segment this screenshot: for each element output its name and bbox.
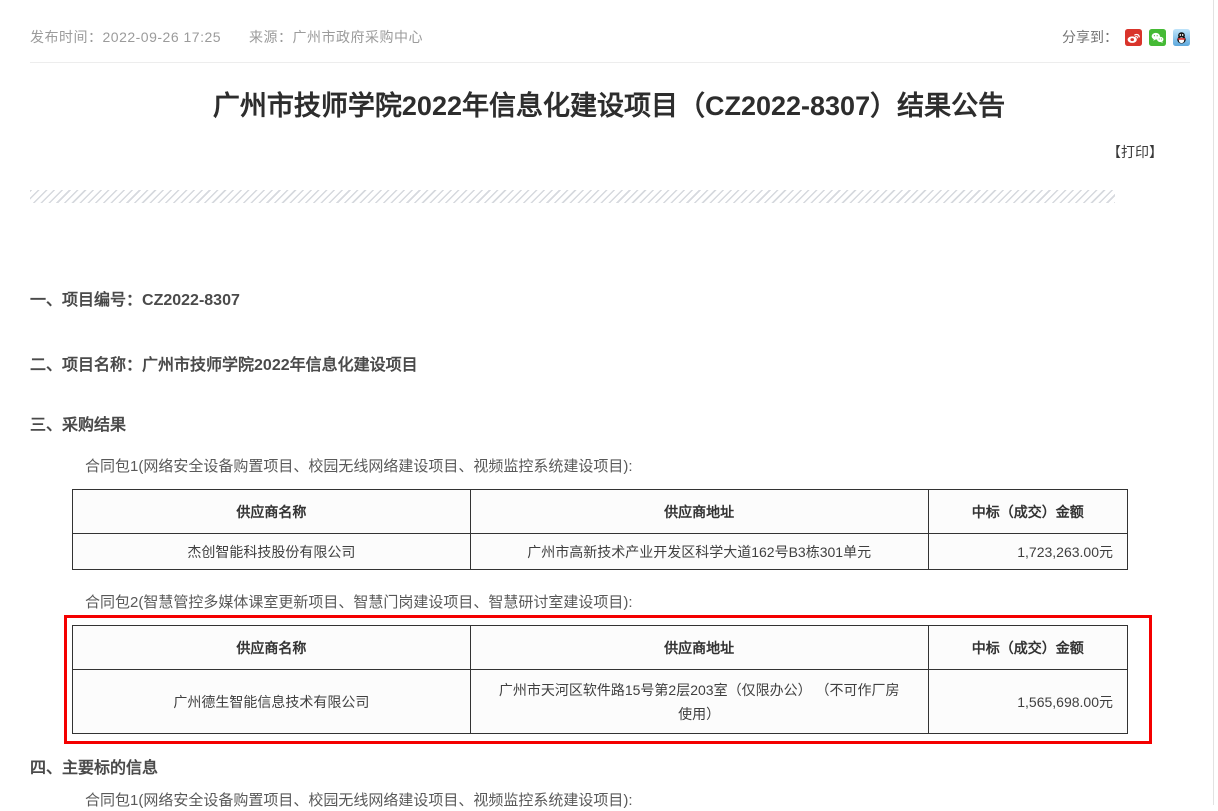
clipped-bottom-text: 合同包1(网络安全设备购置项目、校园无线网络建设项目、视频监控系统建设项目):: [85, 791, 1218, 811]
publish-time-value: 2022-09-26 17:25: [103, 29, 222, 45]
procurement-result-heading: 三、采购结果: [30, 417, 126, 434]
qq-share-icon[interactable]: [1173, 29, 1190, 46]
col-supplier-name: 供应商名称: [73, 490, 471, 534]
supplier-name-cell: 杰创智能科技股份有限公司: [73, 534, 471, 570]
project-number-value: CZ2022-8307: [142, 292, 240, 309]
highlighted-table-container: 供应商名称 供应商地址 中标（成交）金额 广州德生智能信息技术有限公司 广州市天…: [0, 625, 1218, 734]
award-amount-cell: 1,723,263.00元: [928, 534, 1127, 570]
supplier-address-cell: 广州市天河区软件路15号第2层203室（仅限办公） （不可作厂房使用）: [470, 670, 928, 734]
package-1-intro: 合同包1(网络安全设备购置项目、校园无线网络建设项目、视频监控系统建设项目):: [85, 456, 1218, 477]
col-supplier-address: 供应商地址: [470, 626, 928, 670]
source-value: 广州市政府采购中心: [293, 29, 424, 45]
project-name-label: 二、项目名称：: [30, 357, 142, 374]
result-table-package-2: 供应商名称 供应商地址 中标（成交）金额 广州德生智能信息技术有限公司 广州市天…: [72, 625, 1128, 734]
page-right-edge-line: [1213, 0, 1214, 805]
main-subject-info-heading: 四、主要标的信息: [30, 760, 158, 777]
page-title: 广州市技师学院2022年信息化建设项目（CZ2022-8307）结果公告: [60, 88, 1158, 124]
col-supplier-name: 供应商名称: [73, 626, 471, 670]
table-header-row: 供应商名称 供应商地址 中标（成交）金额: [73, 490, 1128, 534]
project-number-label: 一、项目编号：: [30, 292, 142, 309]
section-project-number: 一、项目编号：CZ2022-8307: [30, 291, 1218, 311]
publish-info: 发布时间：2022-09-26 17:25 来源：广州市政府采购中心: [30, 27, 423, 47]
share-bar: 分享到：: [1062, 27, 1190, 47]
meta-bar: 发布时间：2022-09-26 17:25 来源：广州市政府采购中心 分享到：: [30, 0, 1190, 63]
source-label: 来源：: [249, 29, 293, 45]
table-header-row: 供应商名称 供应商地址 中标（成交）金额: [73, 626, 1128, 670]
table-row: 广州德生智能信息技术有限公司 广州市天河区软件路15号第2层203室（仅限办公）…: [73, 670, 1128, 734]
table-row: 杰创智能科技股份有限公司 广州市高新技术产业开发区科学大道162号B3栋301单…: [73, 534, 1128, 570]
section-project-name: 二、项目名称：广州市技师学院2022年信息化建设项目: [30, 356, 1218, 376]
award-amount-cell: 1,565,698.00元: [928, 670, 1127, 734]
weibo-share-icon[interactable]: [1125, 29, 1142, 46]
col-award-amount: 中标（成交）金额: [928, 626, 1127, 670]
publish-time-label: 发布时间：: [30, 29, 103, 45]
package-2-intro: 合同包2(智慧管控多媒体课室更新项目、智慧门岗建设项目、智慧研讨室建设项目):: [85, 592, 1218, 613]
section-procurement-result: 三、采购结果: [30, 416, 1218, 436]
result-table-package-1: 供应商名称 供应商地址 中标（成交）金额 杰创智能科技股份有限公司 广州市高新技…: [72, 489, 1128, 570]
supplier-address-cell: 广州市高新技术产业开发区科学大道162号B3栋301单元: [470, 534, 928, 570]
wechat-share-icon[interactable]: [1149, 29, 1166, 46]
print-row: 【打印】: [0, 144, 1163, 161]
supplier-name-cell: 广州德生智能信息技术有限公司: [73, 670, 471, 734]
section-main-subject-info: 四、主要标的信息: [30, 759, 1218, 779]
announcement-page: 发布时间：2022-09-26 17:25 来源：广州市政府采购中心 分享到：: [0, 0, 1218, 805]
hatched-divider: [30, 190, 1115, 203]
share-label: 分享到：: [1062, 27, 1118, 47]
col-award-amount: 中标（成交）金额: [928, 490, 1127, 534]
print-button[interactable]: 【打印】: [1107, 144, 1163, 160]
project-name-value: 广州市技师学院2022年信息化建设项目: [142, 357, 418, 374]
col-supplier-address: 供应商地址: [470, 490, 928, 534]
